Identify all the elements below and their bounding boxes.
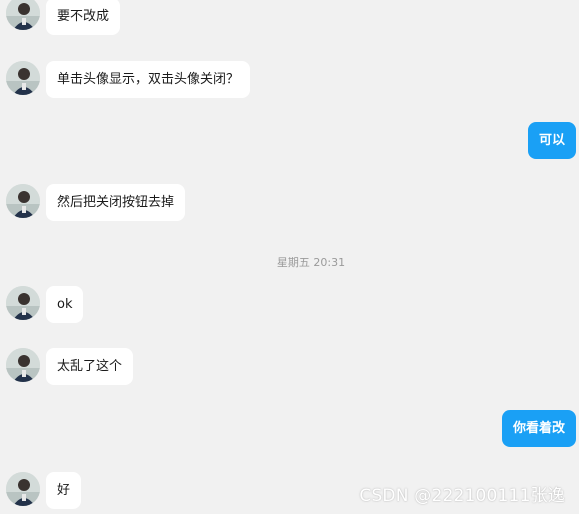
contact-avatar[interactable] xyxy=(6,348,40,382)
message-bubble-incoming[interactable]: 太乱了这个 xyxy=(46,348,134,385)
message-bubble-outgoing[interactable]: 可以 xyxy=(527,122,576,159)
message-bubble-incoming[interactable]: 然后把关闭按钮去掉 xyxy=(46,184,186,221)
contact-avatar[interactable] xyxy=(6,61,40,95)
message-bubble-incoming[interactable]: 要不改成 xyxy=(46,0,121,35)
contact-avatar[interactable] xyxy=(6,184,40,218)
message-bubble-incoming[interactable]: ok xyxy=(46,286,84,323)
message-bubble-incoming[interactable]: 单击头像显示，双击头像关闭？ xyxy=(46,61,251,98)
contact-avatar[interactable] xyxy=(6,472,40,506)
message-timestamp: 星期五 20:31 xyxy=(276,256,346,269)
message-bubble-incoming[interactable]: 好 xyxy=(46,472,82,509)
message-bubble-outgoing[interactable]: 你看着改 xyxy=(501,410,576,447)
contact-avatar[interactable] xyxy=(6,286,40,320)
chat-message-area: 要不改成 单击头像显示，双击头像关闭？ 可以 然后把关闭按钮去掉 星期五 20:… xyxy=(0,0,579,514)
csdn-watermark: CSDN @222100111张逸 xyxy=(359,486,565,506)
contact-avatar[interactable] xyxy=(6,0,40,30)
